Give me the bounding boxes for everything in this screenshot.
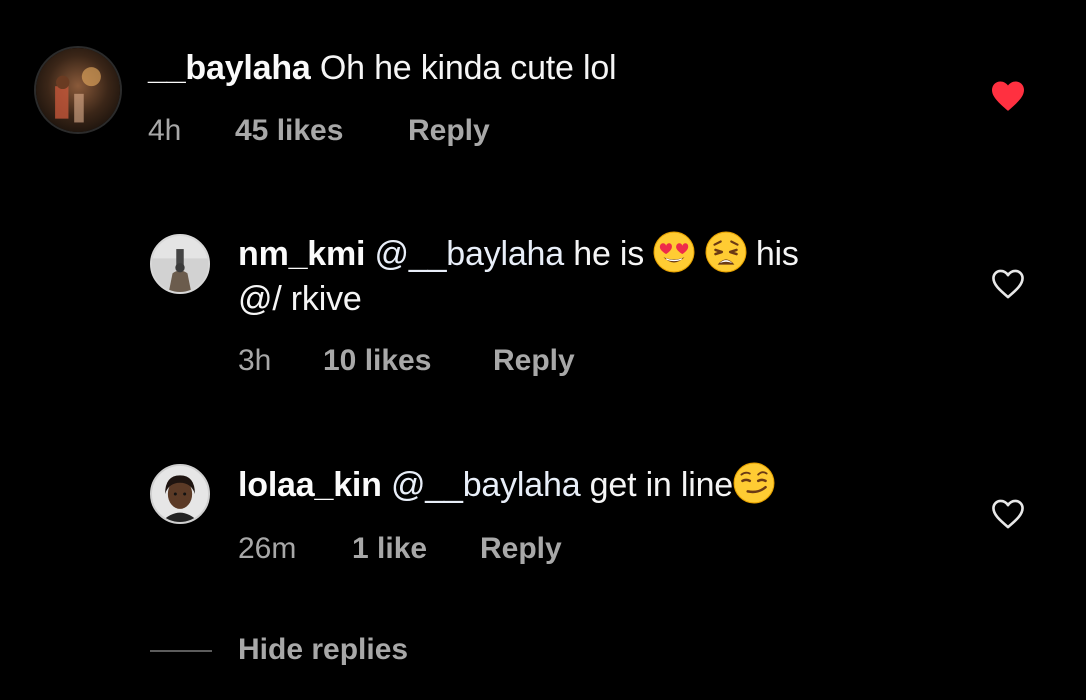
- avatar[interactable]: [34, 46, 122, 134]
- smirking-face-emoji-icon: [733, 462, 775, 504]
- avatar-photo-icon: [152, 236, 208, 292]
- heart-outline-icon: [992, 269, 1024, 299]
- comment-body: he is: [573, 235, 645, 273]
- comment-meta: 26m 1 like Reply: [238, 531, 638, 567]
- comment-likes[interactable]: 1 like: [352, 531, 427, 567]
- comment-time: 4h: [148, 114, 182, 147]
- comment-text-line2: @/ rkive: [238, 277, 362, 321]
- comment-text: __baylaha Oh he kinda cute lol: [148, 46, 617, 90]
- comment-username[interactable]: lolaa_kin: [238, 466, 382, 504]
- heart-filled-icon: [992, 81, 1024, 111]
- avatar[interactable]: [150, 234, 210, 294]
- like-button[interactable]: [990, 80, 1026, 112]
- comment-username[interactable]: __baylaha: [148, 49, 311, 87]
- avatar-photo-icon: [36, 48, 120, 132]
- hide-replies-divider: [150, 650, 212, 652]
- mention-link[interactable]: @__baylaha: [391, 466, 581, 504]
- like-button[interactable]: [990, 498, 1026, 530]
- comment-text: lolaa_kin @__baylaha get in line: [238, 462, 775, 507]
- heart-eyes-emoji-icon: [653, 231, 695, 273]
- comment-body: Oh he kinda cute lol: [319, 49, 617, 87]
- comment-body: get in line: [589, 466, 734, 504]
- hide-replies-button[interactable]: Hide replies: [238, 631, 408, 669]
- reply-button[interactable]: Reply: [493, 343, 575, 379]
- comment-time: 26m: [238, 532, 297, 565]
- comment-body-line2: @/ rkive: [238, 280, 362, 318]
- weary-face-emoji-icon: [705, 231, 747, 273]
- heart-outline-icon: [992, 499, 1024, 529]
- comment-text: nm_kmi @__baylaha he is his: [238, 231, 799, 276]
- reply-button[interactable]: Reply: [408, 113, 490, 149]
- comment-username[interactable]: nm_kmi: [238, 235, 365, 273]
- like-button[interactable]: [990, 268, 1026, 300]
- comment-meta: 3h 10 likes Reply: [238, 343, 638, 379]
- avatar-photo-icon: [152, 466, 208, 522]
- avatar[interactable]: [150, 464, 210, 524]
- comment-time: 3h: [238, 344, 272, 377]
- comment-meta: 4h 45 likes Reply: [148, 113, 548, 149]
- reply-button[interactable]: Reply: [480, 531, 562, 567]
- comment-likes[interactable]: 45 likes: [235, 113, 343, 149]
- mention-link[interactable]: @__baylaha: [375, 235, 565, 273]
- comment-body-cont: his: [755, 235, 799, 273]
- comment-likes[interactable]: 10 likes: [323, 343, 431, 379]
